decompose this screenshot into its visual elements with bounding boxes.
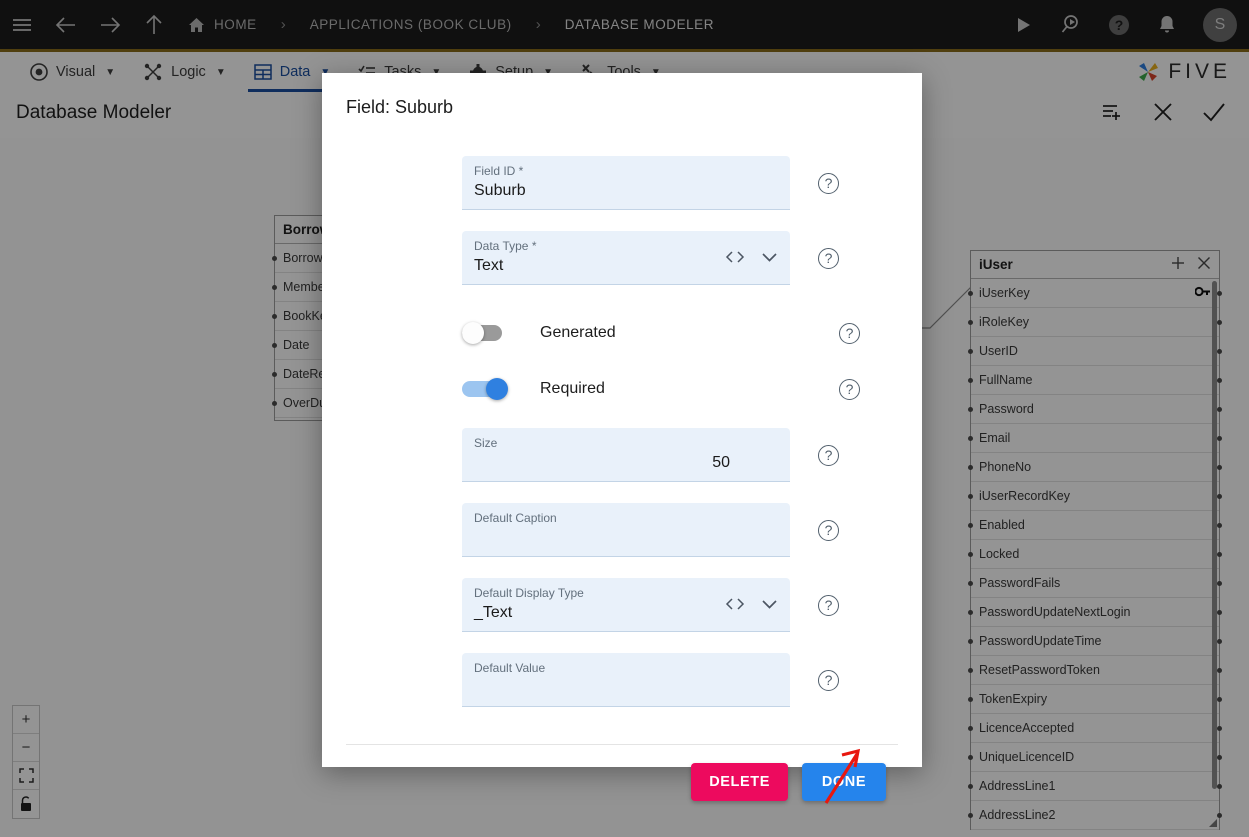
field-editor-dialog: Field: Suburb Field ID * Suburb ? Data T… <box>322 73 922 801</box>
form-row-default-display-type: Default Display Type _Text ? <box>462 578 860 632</box>
annotation-arrow-icon <box>824 748 861 804</box>
form-row-generated: Generated ? <box>462 306 860 360</box>
required-toggle[interactable] <box>462 378 508 400</box>
delete-button[interactable]: DELETE <box>691 763 788 801</box>
field-label: Field ID * <box>474 164 524 178</box>
help-circle-icon[interactable]: ? <box>839 322 860 344</box>
field-value: 50 <box>712 454 730 471</box>
help-circle-icon[interactable]: ? <box>839 378 860 400</box>
required-label: Required <box>540 380 605 397</box>
default-value-input[interactable]: Default Value <box>462 653 790 707</box>
dialog-form: Field ID * Suburb ? Data Type * Text ? G… <box>322 118 922 728</box>
code-brackets-icon[interactable] <box>725 597 745 616</box>
field-label: Default Caption <box>474 511 557 525</box>
chevron-down-icon[interactable] <box>761 250 778 269</box>
generated-toggle[interactable] <box>462 322 508 344</box>
form-row-data-type: Data Type * Text ? <box>462 231 860 285</box>
field-id-input[interactable]: Field ID * Suburb <box>462 156 790 210</box>
help-circle-icon[interactable]: ? <box>818 247 839 269</box>
form-row-default-caption: Default Caption ? <box>462 503 860 557</box>
size-input[interactable]: Size 50 <box>462 428 790 482</box>
data-type-select[interactable]: Data Type * Text <box>462 231 790 285</box>
field-value <box>474 676 778 700</box>
form-row-default-value: Default Value ? <box>462 653 860 707</box>
chevron-down-icon[interactable] <box>761 597 778 616</box>
help-circle-icon[interactable]: ? <box>818 669 839 691</box>
default-caption-input[interactable]: Default Caption <box>462 503 790 557</box>
application-window: HOME › APPLICATIONS (BOOK CLUB) › DATABA… <box>0 0 1249 837</box>
field-label: Default Value <box>474 661 546 675</box>
field-value <box>474 526 778 550</box>
form-row-field-id: Field ID * Suburb ? <box>462 156 860 210</box>
help-circle-icon[interactable]: ? <box>818 594 839 616</box>
form-row-size: Size 50 ? <box>462 428 860 482</box>
form-row-required: Required ? <box>462 362 860 416</box>
default-display-type-select[interactable]: Default Display Type _Text <box>462 578 790 632</box>
generated-label: Generated <box>540 324 616 341</box>
help-circle-icon[interactable]: ? <box>818 172 839 194</box>
help-circle-icon[interactable]: ? <box>818 444 839 466</box>
code-brackets-icon[interactable] <box>725 250 745 269</box>
help-circle-icon[interactable]: ? <box>818 519 839 541</box>
field-value: Suburb <box>474 182 526 199</box>
field-label: Size <box>474 436 498 450</box>
dialog-title: Field: Suburb <box>346 97 454 117</box>
